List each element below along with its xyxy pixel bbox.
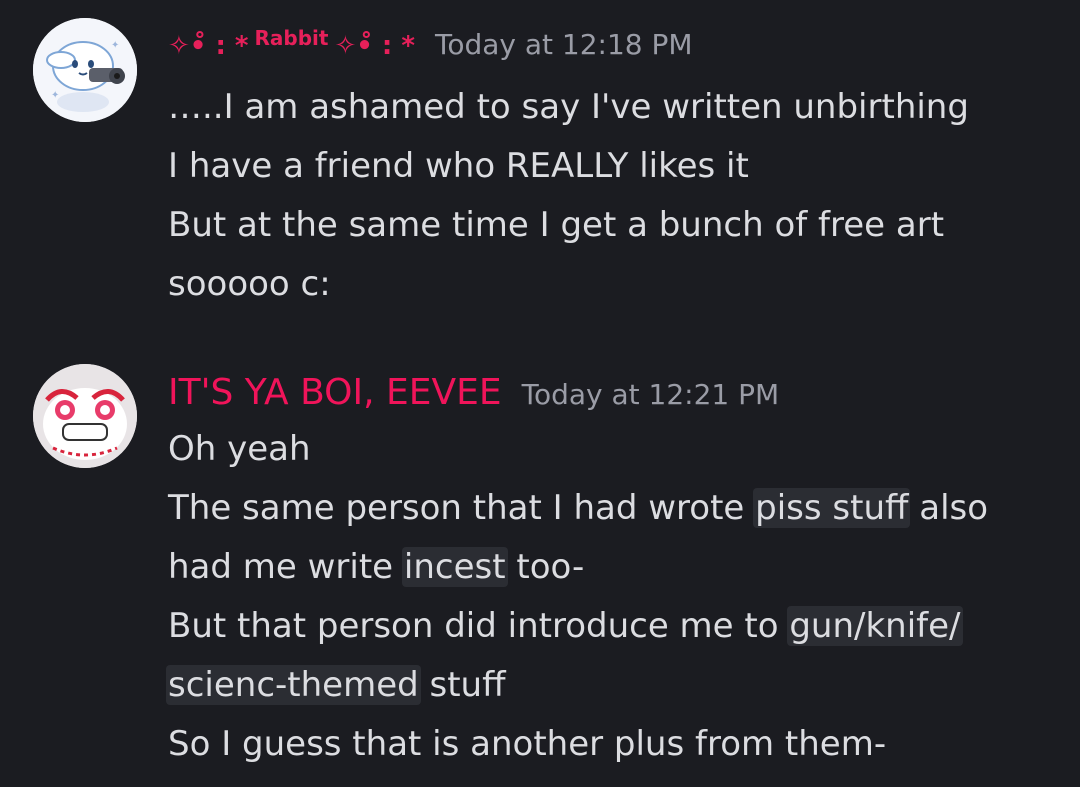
spoiler-text[interactable]: gun/knife/: [787, 606, 963, 646]
message-line: So I guess that is another plus from the…: [168, 715, 1050, 774]
message-line: sooooo c:: [168, 264, 331, 304]
timestamp: Today at 12:21 PM: [521, 378, 780, 411]
svg-text:✦: ✦: [51, 90, 59, 101]
sparkle-decoration-left: ✧•̊ : *: [168, 31, 249, 61]
message-line: I have a friend who REALLY likes it: [168, 146, 749, 186]
text: Oh yeah: [168, 429, 311, 469]
message-header: ✧•̊ : * Rabbit ✧•̊ : * Today at 12:18 PM: [168, 26, 693, 61]
message-body: …..I am ashamed to say I've written unbi…: [168, 78, 1050, 314]
sparkle-decoration-right: ✧•̊ : *: [334, 31, 415, 61]
text: had me write: [168, 547, 404, 587]
spoiler-text[interactable]: piss stuff: [753, 488, 911, 528]
message-line: The same person that I had wrote piss st…: [168, 479, 1050, 538]
text: But that person did introduce me to: [168, 606, 790, 646]
message-line: scienc-themed stuff: [166, 656, 1050, 715]
spoiler-text[interactable]: incest: [401, 547, 508, 587]
username[interactable]: ✧•̊ : * Rabbit ✧•̊ : *: [168, 26, 415, 61]
message-line: had me write incest too-: [168, 538, 1050, 597]
spoiler-text[interactable]: scienc-themed: [166, 665, 421, 705]
message-line: …..I am ashamed to say I've written unbi…: [168, 87, 969, 127]
text: So I guess that is another plus from the…: [168, 724, 887, 764]
message-line: But that person did introduce me to gun/…: [168, 597, 1050, 656]
message-body: Oh yeah The same person that I had wrote…: [166, 420, 1050, 774]
cartoon-face-avatar[interactable]: [33, 364, 137, 468]
text: also: [908, 488, 989, 528]
message-line: But at the same time I get a bunch of fr…: [168, 205, 945, 245]
text: The same person that I had wrote: [168, 488, 756, 528]
timestamp: Today at 12:18 PM: [434, 28, 693, 61]
username[interactable]: IT'S YA BOI, EEVEE: [168, 372, 502, 413]
svg-text:✦: ✦: [111, 40, 119, 51]
message-line: Oh yeah: [168, 420, 1050, 479]
message-header: IT'S YA BOI, EEVEE Today at 12:21 PM: [168, 372, 779, 413]
text: too-: [505, 547, 585, 587]
username-label: Rabbit: [254, 26, 329, 50]
text: stuff: [418, 665, 506, 705]
cinnamoroll-with-gun-avatar[interactable]: ✦ ✦: [33, 18, 137, 122]
